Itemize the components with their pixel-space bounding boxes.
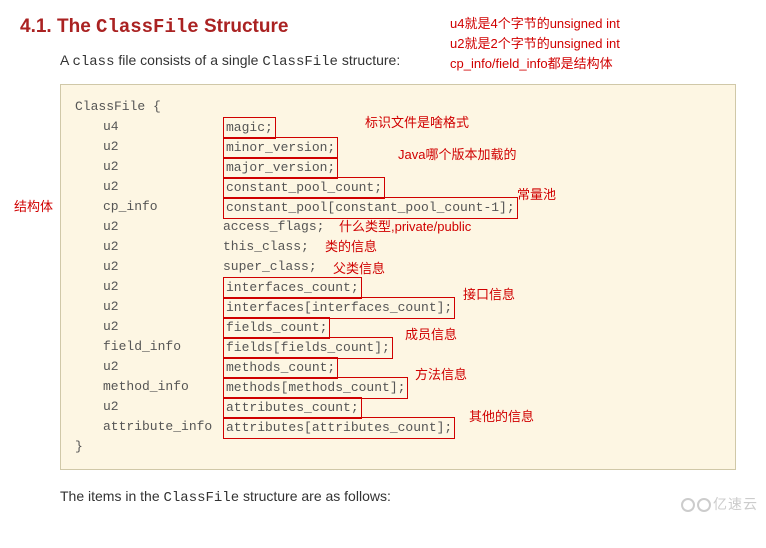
heading-structure: Structure bbox=[204, 16, 288, 37]
top-anno-2: u2就是2个字节的unsigned int bbox=[450, 34, 620, 54]
code-row: u4magic;标识文件是啥格式 bbox=[75, 117, 721, 137]
code-field: attributes_count; bbox=[223, 397, 362, 419]
top-annotations: u4就是4个字节的unsigned int u2就是2个字节的unsigned … bbox=[450, 14, 620, 74]
watermark: 亿速云 bbox=[681, 494, 758, 514]
watermark-circle-1 bbox=[681, 498, 695, 512]
code-field: super_class; bbox=[223, 257, 317, 277]
code-annotation: Java哪个版本加载的 bbox=[398, 145, 516, 165]
code-annotation: 方法信息 bbox=[415, 365, 467, 385]
heading-classfile: ClassFile bbox=[96, 16, 199, 38]
code-field: fields[fields_count]; bbox=[223, 337, 393, 359]
intro-d: ClassFile bbox=[262, 54, 338, 70]
code-annotation: 成员信息 bbox=[405, 325, 457, 345]
code-field: minor_version; bbox=[223, 137, 338, 159]
code-type: field_info bbox=[103, 337, 223, 357]
footer-b: ClassFile bbox=[164, 490, 240, 506]
watermark-circle-2 bbox=[697, 498, 711, 512]
code-type: u2 bbox=[103, 257, 223, 277]
footer-text: The items in the ClassFile structure are… bbox=[60, 488, 746, 506]
code-field: interfaces[interfaces_count]; bbox=[223, 297, 455, 319]
left-annotation: 结构体 bbox=[14, 196, 53, 215]
code-row: attribute_infoattributes[attributes_coun… bbox=[75, 417, 721, 437]
code-row: u2methods_count; bbox=[75, 357, 721, 377]
code-type: u2 bbox=[103, 397, 223, 417]
code-block: ClassFile { u4magic;标识文件是啥格式u2minor_vers… bbox=[60, 84, 736, 470]
code-type: u2 bbox=[103, 177, 223, 197]
code-annotation: 接口信息 bbox=[463, 285, 515, 305]
code-type: u2 bbox=[103, 137, 223, 157]
heading-number: 4.1. bbox=[20, 16, 52, 37]
code-annotation: 标识文件是啥格式 bbox=[365, 113, 469, 133]
code-field: methods_count; bbox=[223, 357, 338, 379]
code-close: } bbox=[75, 437, 721, 457]
code-field: interfaces_count; bbox=[223, 277, 362, 299]
code-type: u2 bbox=[103, 277, 223, 297]
code-row: u2this_class; 类的信息 bbox=[75, 237, 721, 257]
top-anno-3: cp_info/field_info都是结构体 bbox=[450, 54, 620, 74]
code-field: constant_pool[constant_pool_count-1]; bbox=[223, 197, 518, 219]
code-type: cp_info bbox=[103, 197, 223, 217]
code-type: u2 bbox=[103, 357, 223, 377]
code-type: u4 bbox=[103, 117, 223, 137]
intro-e: structure: bbox=[338, 52, 400, 68]
code-row: u2interfaces[interfaces_count];接口信息 bbox=[75, 297, 721, 317]
code-row: u2constant_pool_count; bbox=[75, 177, 721, 197]
top-anno-1: u4就是4个字节的unsigned int bbox=[450, 14, 620, 34]
code-field: magic; bbox=[223, 117, 276, 139]
code-field: major_version; bbox=[223, 157, 338, 179]
code-annotation: 什么类型,private/public bbox=[339, 217, 471, 237]
code-row: u2access_flags; 什么类型,private/public bbox=[75, 217, 721, 237]
code-annotation: 常量池 bbox=[517, 185, 556, 205]
code-type: u2 bbox=[103, 297, 223, 317]
code-type: u2 bbox=[103, 237, 223, 257]
heading-the: The bbox=[57, 16, 91, 37]
intro-text: A class file consists of a single ClassF… bbox=[60, 52, 746, 70]
code-row: u2attributes_count; bbox=[75, 397, 721, 417]
code-type: u2 bbox=[103, 317, 223, 337]
code-type: attribute_info bbox=[103, 417, 223, 437]
intro-c: file consists of a single bbox=[114, 52, 262, 68]
watermark-text: 亿速云 bbox=[713, 496, 758, 512]
code-row: u2fields_count; bbox=[75, 317, 721, 337]
section-heading: 4.1. The ClassFile Structure bbox=[20, 16, 746, 38]
code-annotation: 父类信息 bbox=[333, 259, 385, 279]
code-type: u2 bbox=[103, 217, 223, 237]
footer-a: The items in the bbox=[60, 488, 164, 504]
code-row: u2super_class; 父类信息 bbox=[75, 257, 721, 277]
code-row: u2major_version;Java哪个版本加载的 bbox=[75, 157, 721, 177]
intro-b: class bbox=[72, 54, 114, 70]
intro-a: A bbox=[60, 52, 72, 68]
code-field: constant_pool_count; bbox=[223, 177, 385, 199]
code-field: access_flags; bbox=[223, 217, 324, 237]
code-row: u2interfaces_count; bbox=[75, 277, 721, 297]
code-field: this_class; bbox=[223, 237, 309, 257]
code-field: fields_count; bbox=[223, 317, 330, 339]
code-row: method_infomethods[methods_count];方法信息 bbox=[75, 377, 721, 397]
code-field: attributes[attributes_count]; bbox=[223, 417, 455, 439]
code-annotation: 其他的信息 bbox=[469, 407, 534, 427]
code-annotation: 类的信息 bbox=[325, 237, 377, 257]
code-type: method_info bbox=[103, 377, 223, 397]
code-row: field_infofields[fields_count];成员信息 bbox=[75, 337, 721, 357]
footer-c: structure are as follows: bbox=[239, 488, 391, 504]
code-field: methods[methods_count]; bbox=[223, 377, 408, 399]
code-row: cp_infoconstant_pool[constant_pool_count… bbox=[75, 197, 721, 217]
code-type: u2 bbox=[103, 157, 223, 177]
